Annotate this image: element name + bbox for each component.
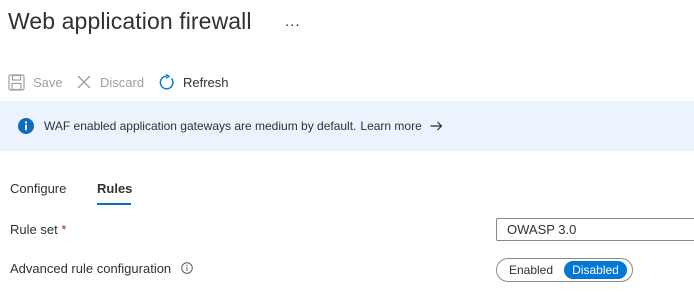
discard-icon [77,75,91,89]
active-tab-indicator [97,203,131,205]
rule-set-label: Rule set * [10,222,67,237]
refresh-label: Refresh [183,74,229,90]
arrow-right-icon[interactable] [430,120,443,132]
discard-button[interactable]: Discard [76,72,144,92]
discard-label: Discard [100,74,145,90]
info-circle-icon[interactable] [180,262,193,277]
info-banner: WAF enabled application gateways are med… [0,101,694,151]
tab-configure[interactable]: Configure [10,181,66,196]
save-label: Save [33,74,63,90]
info-icon [18,118,34,134]
refresh-icon [159,73,174,89]
rule-set-dropdown[interactable]: OWASP 3.0 [496,218,694,241]
save-icon [8,73,25,91]
page-title: Web application firewall [8,8,252,34]
more-options-button[interactable]: ... [285,13,301,30]
info-banner-text: WAF enabled application gateways are med… [44,119,357,133]
required-mark: * [61,222,67,237]
learn-more-link[interactable]: Learn more [360,119,421,133]
save-button[interactable]: Save [8,72,63,92]
toggle-option-disabled[interactable]: Disabled [564,261,627,279]
refresh-button[interactable]: Refresh [158,72,229,92]
advanced-rule-configuration-label: Advanced rule configuration [10,261,193,277]
toggle-option-enabled[interactable]: Enabled [500,261,562,279]
advanced-rule-toggle[interactable]: Enabled Disabled [496,258,633,282]
tab-rules[interactable]: Rules [97,181,132,196]
